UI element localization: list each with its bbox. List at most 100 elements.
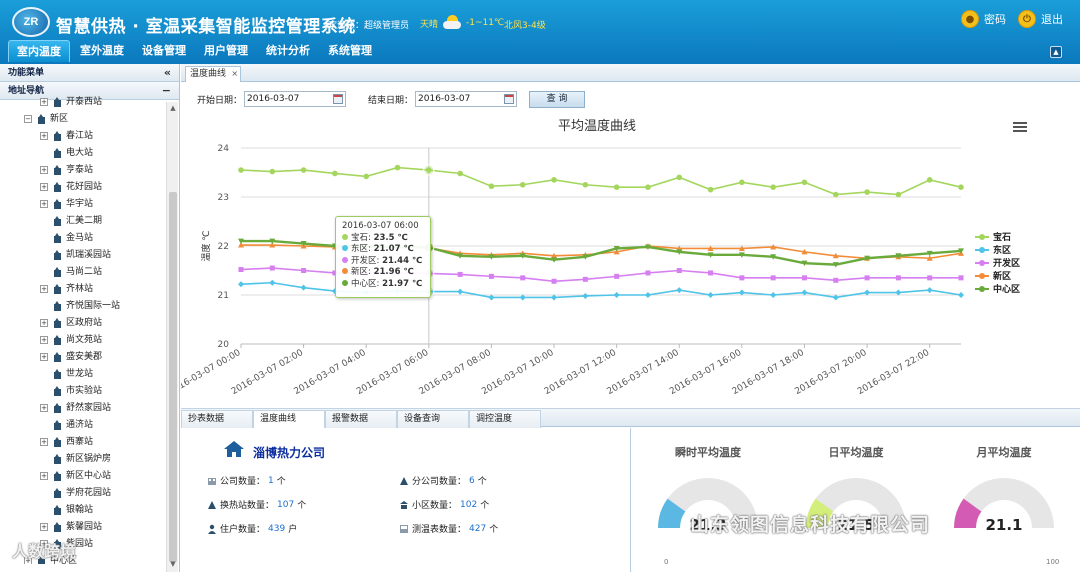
legend-label: 开发区 [993, 259, 1021, 269]
collapse-icon[interactable]: − [24, 115, 32, 123]
collapse-sidebar-icon[interactable]: « [164, 64, 171, 82]
data-point [613, 292, 620, 298]
tree-item[interactable]: + 盛安美郡 [0, 349, 166, 366]
data-point [363, 173, 370, 180]
tree-item[interactable]: 汇美二期 [0, 213, 166, 230]
station-icon [54, 522, 61, 532]
tree-item[interactable]: + 亨泰站 [0, 162, 166, 179]
gauge-title: 月平均温度 [976, 446, 1032, 459]
tree-item[interactable]: + 齐林站 [0, 281, 166, 298]
tree-item[interactable]: + 尚文苑站 [0, 332, 166, 349]
tree-item[interactable]: + 区政府站 [0, 315, 166, 332]
tooltip-row: 新区: 21.96 ℃ [342, 267, 424, 279]
tab-alarm-data[interactable]: 报警数据 [325, 410, 397, 428]
expand-icon[interactable]: + [40, 132, 48, 140]
expand-icon[interactable]: + [40, 523, 48, 531]
page-tab-temp-curve[interactable]: 温度曲线 × [185, 66, 242, 82]
nav-tab-statistics[interactable]: 统计分析 [258, 40, 318, 62]
function-menu-header[interactable]: 功能菜单 « [0, 64, 179, 82]
tab-temp-curve[interactable]: 温度曲线 [253, 410, 325, 428]
tree-item[interactable]: 齐悦国际一站 [0, 298, 166, 315]
tree-item-label: 新区锅炉房 [66, 454, 112, 464]
nav-tab-system-mgmt[interactable]: 系统管理 [320, 40, 380, 62]
nav-tab-user-mgmt[interactable]: 用户管理 [196, 40, 256, 62]
close-icon[interactable]: × [231, 66, 238, 81]
tree-item[interactable]: + 舒然家园站 [0, 400, 166, 417]
legend-label: 中心区 [993, 285, 1021, 295]
series-line [240, 166, 962, 196]
lock-icon: ● [961, 10, 979, 28]
logout-button[interactable]: ⏻ 退出 [1018, 10, 1063, 28]
query-button[interactable]: 查 询 [529, 90, 586, 108]
expand-icon[interactable]: + [40, 404, 48, 412]
data-point [707, 292, 714, 298]
stat-company-count: 公司数量： 1 个 [207, 474, 286, 487]
expand-icon[interactable]: + [40, 200, 48, 208]
tree-item[interactable]: 学府花园站 [0, 485, 166, 502]
tree-item[interactable]: 新区锅炉房 [0, 451, 166, 468]
scroll-down-icon[interactable]: ▼ [169, 560, 177, 570]
data-point [582, 181, 589, 188]
legend-item[interactable]: 宝石 [975, 230, 1020, 243]
collapse-header-icon[interactable]: ▲ [1050, 46, 1062, 58]
expand-icon[interactable]: + [40, 166, 48, 174]
tree-item-label: 开泰西站 [66, 97, 103, 107]
expand-icon[interactable]: + [40, 438, 48, 446]
end-date-input[interactable]: 2016-03-07 [415, 91, 518, 107]
password-button[interactable]: ● 密码 [961, 10, 1006, 28]
tree-item[interactable]: 凯瑞溪园站 [0, 247, 166, 264]
tree-item[interactable]: − 新区 [0, 111, 166, 128]
tree-item[interactable]: 金马站 [0, 230, 166, 247]
tree-item[interactable]: 电大站 [0, 145, 166, 162]
data-point [676, 287, 683, 294]
tree-item[interactable]: 市实验站 [0, 383, 166, 400]
expand-icon[interactable]: + [40, 472, 48, 480]
start-date-input[interactable]: 2016-03-07 [244, 91, 347, 107]
tree-item[interactable]: + 新区中心站 [0, 468, 166, 485]
tab-device-query[interactable]: 设备查询 [397, 410, 469, 428]
tree-item[interactable]: + 华宇站 [0, 196, 166, 213]
calendar-icon[interactable] [504, 94, 515, 104]
tree-item-label: 亨泰站 [66, 165, 94, 175]
tree-item[interactable]: + 花好园站 [0, 179, 166, 196]
data-point [332, 170, 338, 177]
legend-item[interactable]: 中心区 [975, 282, 1020, 295]
tree-item-label: 齐悦国际一站 [66, 301, 121, 311]
station-icon [38, 114, 45, 124]
page-tab-label: 温度曲线 [190, 69, 227, 79]
expand-icon[interactable]: + [40, 353, 48, 361]
data-point [676, 268, 682, 273]
tree-item[interactable]: + 春江站 [0, 128, 166, 145]
expand-icon[interactable]: + [40, 285, 48, 293]
legend-item[interactable]: 东区 [975, 243, 1020, 256]
station-icon [54, 386, 61, 396]
calendar-icon[interactable] [333, 94, 344, 104]
tree-item[interactable]: 通济站 [0, 417, 166, 434]
stat-value: 427 [469, 523, 487, 534]
scroll-up-icon[interactable]: ▲ [169, 104, 177, 114]
tab-meter-data[interactable]: 抄表数据 [181, 410, 253, 428]
tree-item[interactable]: 银翰站 [0, 502, 166, 519]
tree-item[interactable]: + 开泰西站 [0, 94, 166, 111]
nav-tab-outdoor-temp[interactable]: 室外温度 [72, 40, 132, 62]
expand-icon[interactable]: + [40, 319, 48, 327]
station-icon [54, 403, 61, 413]
station-icon [54, 233, 61, 243]
station-icon [54, 471, 61, 481]
tree-item[interactable]: 马尚二站 [0, 264, 166, 281]
tab-control-temp[interactable]: 调控温度 [469, 410, 541, 428]
chart-menu-icon[interactable] [1013, 122, 1027, 134]
expand-icon[interactable]: + [40, 183, 48, 191]
scrollbar-thumb[interactable] [169, 192, 177, 562]
expand-icon[interactable]: + [40, 98, 48, 106]
expand-icon[interactable]: + [40, 336, 48, 344]
legend-item[interactable]: 新区 [975, 269, 1020, 282]
tree-item[interactable]: + 西寨站 [0, 434, 166, 451]
nav-tab-device-mgmt[interactable]: 设备管理 [134, 40, 194, 62]
station-icon [54, 284, 61, 294]
tree-item[interactable]: + 紫馨园站 [0, 519, 166, 536]
nav-tab-indoor-temp[interactable]: 室内温度 [8, 40, 70, 62]
sidebar-scrollbar[interactable]: ▲ ▼ [166, 102, 178, 572]
tree-item[interactable]: 世龙站 [0, 366, 166, 383]
legend-item[interactable]: 开发区 [975, 256, 1020, 269]
